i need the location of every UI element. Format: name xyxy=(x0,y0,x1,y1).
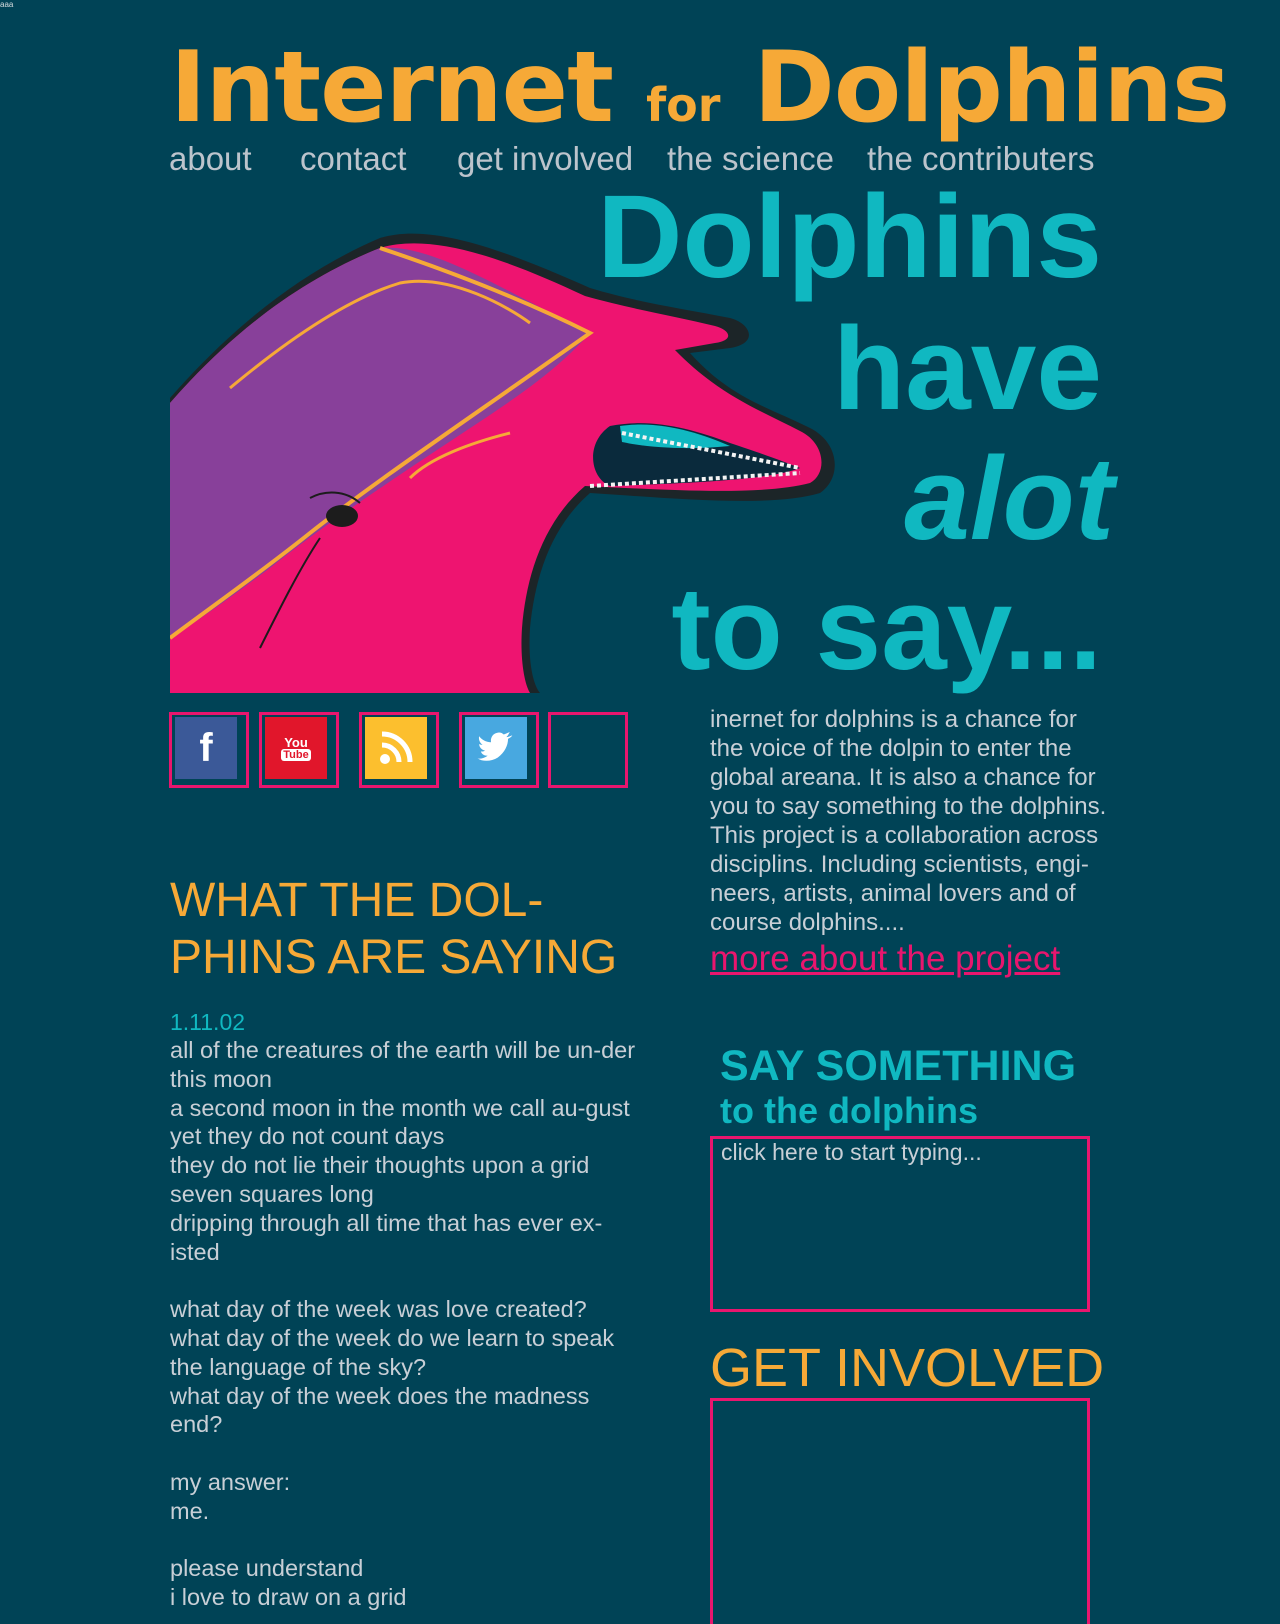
logo-word-internet: Internet xyxy=(170,31,614,145)
project-intro: inernet for dolphins is a chance for the… xyxy=(710,706,1107,936)
message-input[interactable] xyxy=(710,1136,1090,1312)
post-date: 1.11.02 xyxy=(170,1009,246,1035)
headline-line-3: alot xyxy=(904,433,1114,565)
feed-title: WHAT THE DOL-PHINS ARE SAYING xyxy=(170,874,618,984)
rss-button[interactable] xyxy=(359,712,439,788)
twitter-bird-glyph xyxy=(477,732,513,761)
rss-glyph xyxy=(380,731,413,764)
twitter-button[interactable] xyxy=(459,712,539,788)
site-logo[interactable]: Internet for Dolphins xyxy=(170,38,1230,146)
get-involved-box[interactable] xyxy=(710,1398,1090,1624)
youtube-button[interactable]: You Tube xyxy=(259,712,339,788)
say-something-subtitle: to the dolphins xyxy=(720,1090,978,1131)
headline-line-1: Dolphins xyxy=(597,171,1102,303)
get-involved-title: GET INVOLVED xyxy=(710,1338,1105,1398)
headline-line-4: to say... xyxy=(671,563,1102,695)
twitter-icon xyxy=(465,717,527,779)
facebook-icon: f xyxy=(175,717,237,779)
youtube-icon: You Tube xyxy=(265,717,327,779)
logo-word-for: for xyxy=(646,78,721,132)
rss-icon xyxy=(365,717,427,779)
corner-text: aaa xyxy=(0,0,14,9)
nav-about[interactable]: about xyxy=(169,140,252,178)
more-about-project-link[interactable]: more about the project xyxy=(710,939,1060,979)
empty-social-slot[interactable] xyxy=(548,712,628,788)
headline-line-2: have xyxy=(833,303,1102,435)
facebook-button[interactable]: f xyxy=(169,712,249,788)
say-something-title: SAY SOMETHING xyxy=(720,1042,1077,1090)
logo-word-dolphins: Dolphins xyxy=(753,31,1231,145)
nav-contact[interactable]: contact xyxy=(300,140,406,178)
post-body: all of the creatures of the earth will b… xyxy=(170,1037,636,1611)
